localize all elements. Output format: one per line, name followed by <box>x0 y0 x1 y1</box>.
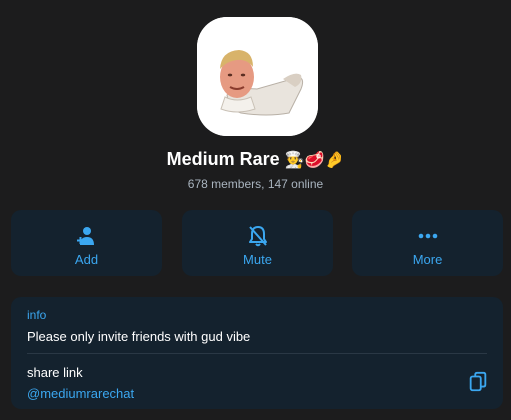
info-card: info Please only invite friends with gud… <box>11 297 503 409</box>
share-link-label: share link <box>27 365 83 380</box>
add-button[interactable]: Add <box>11 210 162 276</box>
ellipsis-icon <box>418 233 437 239</box>
copy-icon[interactable] <box>467 371 489 393</box>
group-name: Medium Rare <box>166 149 280 169</box>
chef-portrait-sticker-icon <box>197 17 318 136</box>
group-description[interactable]: Please only invite friends with gud vibe <box>27 329 250 344</box>
info-label: info <box>27 308 47 322</box>
divider <box>27 353 487 354</box>
share-link[interactable]: @mediumrarechat <box>27 386 134 401</box>
mute-button-label: Mute <box>243 252 272 267</box>
group-title: Medium Rare 👨‍🍳🥩🤌 <box>0 149 511 170</box>
group-avatar[interactable] <box>197 17 318 136</box>
member-count: 678 members, 147 online <box>187 177 324 191</box>
bell-slash-icon <box>248 226 267 247</box>
add-button-label: Add <box>74 252 99 267</box>
more-button-label: More <box>412 252 443 267</box>
mute-button[interactable]: Mute <box>182 210 333 276</box>
group-emojis: 👨‍🍳🥩🤌 <box>284 150 345 169</box>
add-user-icon <box>76 227 94 245</box>
more-button[interactable]: More <box>352 210 503 276</box>
